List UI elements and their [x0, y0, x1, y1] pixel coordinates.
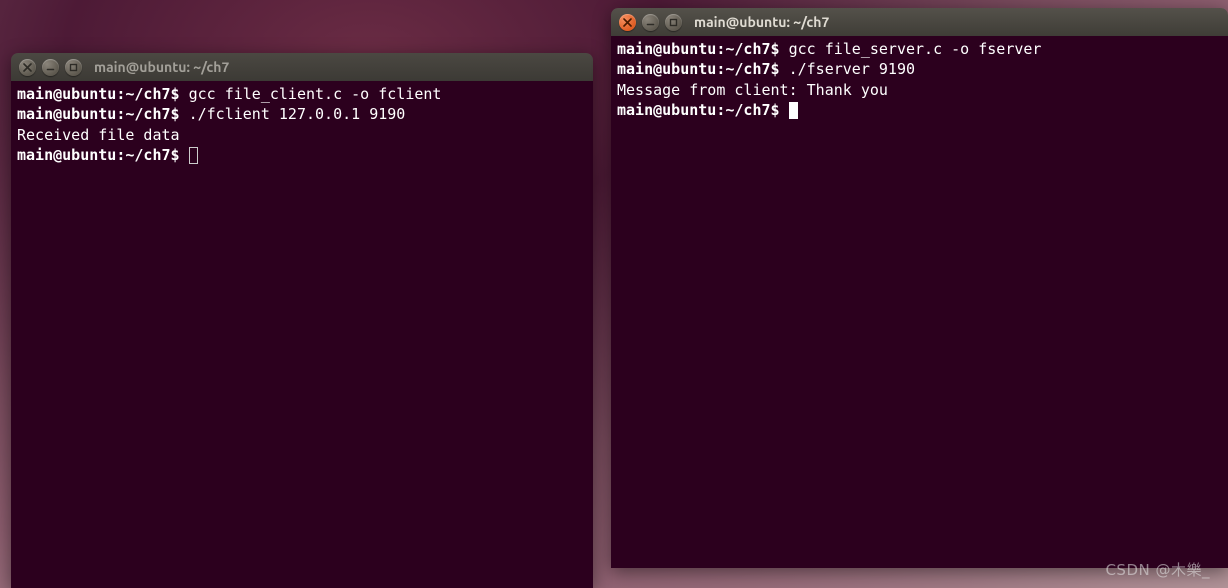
prompt: main@ubuntu:~/ch7$	[17, 105, 180, 123]
titlebar[interactable]: main@ubuntu: ~/ch7	[11, 53, 593, 81]
command-text	[180, 146, 189, 164]
command-text: ./fserver 9190	[780, 60, 915, 78]
cursor-icon	[789, 102, 798, 119]
output-text: Received file data	[17, 126, 180, 144]
terminal-body[interactable]: main@ubuntu:~/ch7$ gcc file_client.c -o …	[11, 81, 593, 588]
desktop: main@ubuntu: ~/ch7 main@ubuntu:~/ch7$ gc…	[0, 0, 1228, 588]
command-text: gcc file_server.c -o fserver	[780, 40, 1042, 58]
close-icon[interactable]	[19, 59, 36, 76]
command-text: gcc file_client.c -o fclient	[180, 85, 442, 103]
prompt: main@ubuntu:~/ch7$	[617, 60, 780, 78]
output-text: Message from client: Thank you	[617, 81, 888, 99]
prompt: main@ubuntu:~/ch7$	[17, 85, 180, 103]
minimize-icon[interactable]	[42, 59, 59, 76]
terminal-window-server[interactable]: main@ubuntu: ~/ch7 main@ubuntu:~/ch7$ gc…	[611, 8, 1228, 568]
window-title: main@ubuntu: ~/ch7	[94, 59, 229, 75]
terminal-window-client[interactable]: main@ubuntu: ~/ch7 main@ubuntu:~/ch7$ gc…	[11, 53, 593, 588]
window-title: main@ubuntu: ~/ch7	[694, 14, 829, 30]
terminal-body[interactable]: main@ubuntu:~/ch7$ gcc file_server.c -o …	[611, 36, 1228, 568]
prompt: main@ubuntu:~/ch7$	[617, 101, 780, 119]
maximize-icon[interactable]	[665, 14, 682, 31]
minimize-icon[interactable]	[642, 14, 659, 31]
maximize-icon[interactable]	[65, 59, 82, 76]
close-icon[interactable]	[619, 14, 636, 31]
cursor-icon	[189, 147, 198, 164]
titlebar[interactable]: main@ubuntu: ~/ch7	[611, 8, 1228, 36]
command-text	[780, 101, 789, 119]
prompt: main@ubuntu:~/ch7$	[617, 40, 780, 58]
prompt: main@ubuntu:~/ch7$	[17, 146, 180, 164]
command-text: ./fclient 127.0.0.1 9190	[180, 105, 406, 123]
